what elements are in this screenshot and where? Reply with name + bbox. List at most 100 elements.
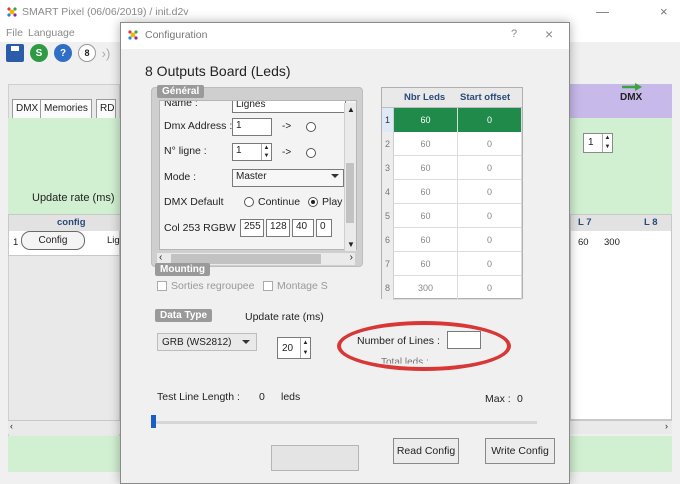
ligne-spinner[interactable]: 1 ▲ ▼: [232, 143, 272, 161]
universe-spinner[interactable]: 1 ▲ ▼: [583, 133, 613, 153]
nbr-leds-cell[interactable]: 60: [394, 132, 458, 156]
table-row[interactable]: 5 60 0: [382, 204, 522, 228]
sorties-checkbox[interactable]: [157, 281, 167, 291]
universe-value: 1: [588, 137, 594, 148]
tab-rd[interactable]: RD: [96, 99, 116, 118]
continue-label: Continue: [258, 196, 301, 208]
col253-w-input[interactable]: 0: [316, 219, 332, 237]
scroll-up-icon[interactable]: ▲: [347, 105, 355, 114]
update-rate-dialog-label: Update rate (ms): [245, 311, 324, 323]
test-line-slider-thumb[interactable]: [151, 415, 156, 428]
update-rate-spinner[interactable]: 20 ▲ ▼: [277, 337, 311, 359]
nbr-leds-cell[interactable]: 60: [394, 204, 458, 228]
table-row[interactable]: 8 300 0: [382, 276, 522, 300]
lines-table-header: Nbr Leds Start offset: [382, 88, 522, 108]
data-type-select[interactable]: GRB (WS2812): [157, 333, 257, 351]
start-offset-cell[interactable]: 0: [458, 276, 522, 300]
nbr-leds-cell[interactable]: 300: [394, 276, 458, 300]
table-row[interactable]: 7 60 0: [382, 252, 522, 276]
test-line-length-units: leds: [281, 391, 301, 403]
l7-value: 60: [578, 237, 589, 248]
update-rate-spinner-arrows-icon[interactable]: ▲ ▼: [300, 338, 310, 358]
header-l8: L 8: [644, 217, 658, 228]
continue-radio[interactable]: [244, 197, 254, 207]
play-radio[interactable]: [308, 197, 318, 207]
montage-checkbox[interactable]: [263, 281, 273, 291]
write-config-button[interactable]: Write Config: [485, 438, 555, 464]
blank-button[interactable]: [271, 445, 359, 471]
help-icon[interactable]: ?: [54, 44, 72, 62]
name-input[interactable]: Lignes: [232, 101, 346, 113]
minimize-button[interactable]: —: [596, 4, 609, 19]
table-row[interactable]: 4 60 0: [382, 180, 522, 204]
more-icon[interactable]: ›): [100, 44, 112, 62]
general-group-label: Général: [157, 85, 205, 98]
tab-dmx[interactable]: DMX: [12, 99, 43, 118]
main-close-button[interactable]: ×: [660, 4, 668, 19]
start-offset-cell[interactable]: 0: [458, 252, 522, 276]
config-button[interactable]: Config: [21, 231, 85, 250]
start-offset-cell[interactable]: 0: [458, 228, 522, 252]
dialog-help-button[interactable]: ?: [511, 28, 517, 40]
eight-outputs-icon[interactable]: 8: [78, 44, 96, 62]
read-config-button[interactable]: Read Config: [393, 438, 459, 464]
col253-g-input[interactable]: 128: [266, 219, 290, 237]
dialog-logo-icon: [128, 30, 138, 40]
table-row[interactable]: 3 60 0: [382, 156, 522, 180]
scroll-left-icon[interactable]: ‹: [10, 421, 13, 431]
ligne-arrow: ->: [282, 147, 292, 158]
green-footer-right: [570, 436, 672, 472]
col253-b-input[interactable]: 40: [292, 219, 314, 237]
scroll-down-icon[interactable]: ▼: [347, 240, 355, 249]
name-label: Name :: [164, 100, 198, 109]
dialog-heading: 8 Outputs Board (Leds): [145, 63, 291, 79]
s-icon[interactable]: S: [30, 44, 48, 62]
col253-r-input[interactable]: 255: [240, 219, 264, 237]
start-offset-cell[interactable]: 0: [458, 204, 522, 228]
main-window-title: SMART Pixel (06/06/2019) / init.d2v: [22, 6, 189, 18]
general-vertical-thumb[interactable]: [346, 163, 354, 223]
update-rate-value: 20: [282, 343, 294, 354]
row-number: 3: [382, 156, 394, 180]
ligne-spinner-arrows-icon[interactable]: ▲ ▼: [261, 144, 271, 160]
mode-select[interactable]: Master: [232, 169, 344, 187]
left-horizontal-scrollbar[interactable]: ‹: [8, 420, 120, 434]
scroll-right-icon[interactable]: ›: [350, 252, 353, 263]
update-rate-label: Update rate (ms): [32, 192, 115, 204]
row-number: 5: [382, 204, 394, 228]
table-row[interactable]: 6 60 0: [382, 228, 522, 252]
table-row[interactable]: 1 60 0: [382, 108, 522, 132]
ligne-radio[interactable]: [306, 148, 316, 158]
save-icon[interactable]: [6, 44, 24, 62]
start-offset-cell[interactable]: 0: [458, 156, 522, 180]
table-row[interactable]: 2 60 0: [382, 132, 522, 156]
arrow-right-icon: [622, 83, 642, 91]
dmx-address-radio[interactable]: [306, 122, 316, 132]
menu-file[interactable]: File: [6, 27, 23, 39]
dialog-close-button[interactable]: ×: [545, 26, 553, 42]
scroll-right-icon[interactable]: ›: [665, 421, 668, 431]
tab-memories[interactable]: Memories: [40, 99, 92, 118]
nbr-leds-cell[interactable]: 60: [394, 108, 458, 132]
col253-label: Col 253 RGBW: [164, 222, 236, 234]
dmx-address-input[interactable]: 1: [232, 118, 272, 136]
start-offset-cell[interactable]: 0: [458, 108, 522, 132]
spinner-arrows-icon[interactable]: ▲ ▼: [602, 134, 612, 152]
menu-language[interactable]: Language: [28, 27, 75, 39]
start-offset-cell[interactable]: 0: [458, 132, 522, 156]
row-number: 6: [382, 228, 394, 252]
nbr-leds-cell[interactable]: 60: [394, 228, 458, 252]
test-line-length-label: Test Line Length :: [157, 391, 240, 403]
right-horizontal-scrollbar[interactable]: ›: [570, 420, 672, 434]
start-offset-cell[interactable]: 0: [458, 180, 522, 204]
sorties-label: Sorties regroupee: [171, 280, 255, 292]
scroll-left-icon[interactable]: ‹: [159, 252, 162, 263]
nbr-leds-cell[interactable]: 60: [394, 156, 458, 180]
nbr-leds-cell[interactable]: 60: [394, 180, 458, 204]
general-group: Name : Lignes Dmx Address : 1 -> N° lign…: [151, 87, 363, 267]
mounting-group-label: Mounting: [155, 263, 210, 276]
chevron-down-icon: [331, 174, 339, 178]
row-number: 7: [382, 252, 394, 276]
test-line-slider[interactable]: [151, 421, 537, 424]
nbr-leds-cell[interactable]: 60: [394, 252, 458, 276]
